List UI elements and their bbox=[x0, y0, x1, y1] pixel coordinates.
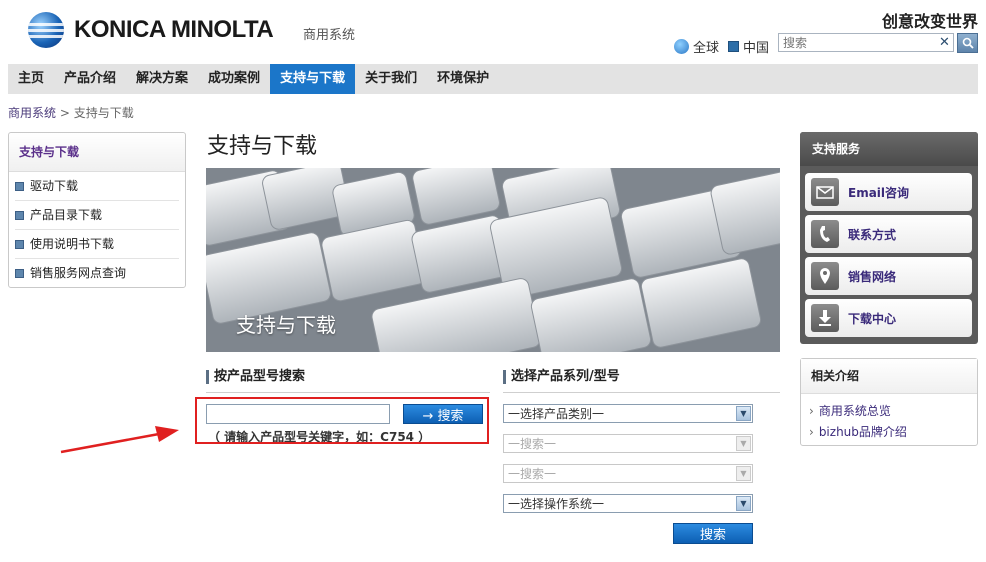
envelope-icon bbox=[811, 178, 839, 206]
nav-item[interactable]: 成功案例 bbox=[198, 64, 270, 94]
sidebar: 支持与下载 驱动下载 产品目录下载 使用说明书下载 销售服务网点查询 bbox=[8, 132, 186, 288]
series-select: 一搜索一 ▼ bbox=[503, 434, 753, 453]
divider bbox=[206, 392, 490, 393]
nav-item[interactable]: 环境保护 bbox=[427, 64, 499, 94]
sidebar-item-driver[interactable]: 驱动下载 bbox=[15, 172, 179, 201]
nav-item[interactable]: 支持与下载 bbox=[270, 64, 356, 94]
sidebar-title: 支持与下载 bbox=[9, 133, 185, 172]
lang-global-label: 全球 bbox=[693, 41, 720, 56]
lang-china-label: 中国 bbox=[743, 41, 770, 56]
square-bullet-icon bbox=[15, 268, 24, 278]
sidebar-item-catalog[interactable]: 产品目录下载 bbox=[15, 201, 179, 230]
service-contact[interactable]: 联系方式 bbox=[805, 215, 972, 253]
product-category-select[interactable]: 一选择产品类别一 ▼ bbox=[503, 404, 753, 423]
select-value: 一选择产品类别一 bbox=[508, 407, 605, 421]
site-search-box: ✕ bbox=[778, 33, 954, 52]
banner-title: 支持与下载 bbox=[236, 313, 336, 337]
select-value: 一选择操作系统一 bbox=[508, 497, 605, 511]
sidebar-item-service-points[interactable]: 销售服务网点查询 bbox=[15, 259, 179, 287]
annotation-arrow bbox=[60, 426, 179, 454]
service-label: Email咨询 bbox=[848, 185, 910, 200]
select-value: 一搜索一 bbox=[508, 437, 557, 451]
download-icon bbox=[811, 304, 839, 332]
square-bullet-icon bbox=[15, 210, 24, 220]
service-download[interactable]: 下载中心 bbox=[805, 299, 972, 337]
site-search-input[interactable] bbox=[779, 34, 935, 51]
chevron-down-icon: ▼ bbox=[736, 406, 751, 421]
service-label: 联系方式 bbox=[848, 227, 897, 242]
annotation-highlight-box bbox=[195, 397, 489, 444]
related-title: 相关介绍 bbox=[801, 359, 977, 394]
nav-item[interactable]: 关于我们 bbox=[355, 64, 427, 94]
series-search-button[interactable]: 搜索 bbox=[673, 523, 753, 544]
brand-subtitle: 商用系统 bbox=[303, 28, 356, 43]
breadcrumb-current: 支持与下载 bbox=[73, 106, 134, 120]
square-bullet-icon bbox=[15, 239, 24, 249]
service-network[interactable]: 销售网络 bbox=[805, 257, 972, 295]
service-label: 销售网络 bbox=[848, 269, 897, 284]
chevron-down-icon: ▼ bbox=[736, 496, 751, 511]
logo-globe-icon bbox=[28, 12, 64, 48]
support-services-panel: 支持服务 Email咨询 联系方式 销售网络 下载中心 bbox=[800, 132, 978, 344]
related-item-label: 商用系统总览 bbox=[818, 404, 891, 418]
related-item-label: bizhub品牌介绍 bbox=[818, 425, 907, 439]
chevron-right-icon: › bbox=[809, 404, 814, 418]
chevron-down-icon: ▼ bbox=[736, 466, 751, 481]
square-bullet-icon bbox=[15, 181, 24, 191]
series-search-title: 选择产品系列/型号 bbox=[503, 370, 620, 384]
sidebar-item-label: 产品目录下载 bbox=[30, 208, 103, 222]
related-item-overview[interactable]: › 商用系统总览 bbox=[801, 402, 977, 419]
support-services-title: 支持服务 bbox=[800, 132, 978, 166]
breadcrumb-root[interactable]: 商用系统 bbox=[8, 106, 56, 120]
lang-global-link[interactable]: 全球 bbox=[674, 37, 719, 56]
slogan: 创意改变世界 bbox=[881, 12, 978, 31]
service-label: 下载中心 bbox=[848, 311, 897, 326]
sidebar-item-manual[interactable]: 使用说明书下载 bbox=[15, 230, 179, 259]
page-title: 支持与下载 bbox=[207, 134, 318, 159]
globe-icon bbox=[674, 39, 689, 54]
service-email[interactable]: Email咨询 bbox=[805, 173, 972, 211]
nav-item[interactable]: 产品介绍 bbox=[54, 64, 126, 94]
os-select[interactable]: 一选择操作系统一 ▼ bbox=[503, 494, 753, 513]
nav-item[interactable]: 解决方案 bbox=[126, 64, 198, 94]
square-bullet-icon bbox=[728, 41, 739, 52]
breadcrumb-sep: > bbox=[59, 106, 70, 120]
search-button[interactable] bbox=[957, 33, 978, 53]
divider bbox=[503, 392, 780, 393]
search-icon bbox=[962, 37, 974, 49]
related-item-bizhub[interactable]: › bizhub品牌介绍 bbox=[801, 423, 977, 440]
nav-item[interactable]: 主页 bbox=[8, 64, 54, 94]
sidebar-item-label: 使用说明书下载 bbox=[30, 237, 115, 251]
phone-icon bbox=[811, 220, 839, 248]
select-value: 一搜索一 bbox=[508, 467, 557, 481]
chevron-right-icon: › bbox=[809, 425, 814, 439]
clear-icon[interactable]: ✕ bbox=[939, 35, 950, 50]
konica-minolta-logo[interactable]: KONICA MINOLTA bbox=[28, 12, 274, 48]
sidebar-item-label: 销售服务网点查询 bbox=[30, 266, 127, 280]
breadcrumb: 商用系统 > 支持与下载 bbox=[8, 104, 134, 121]
lang-china-link[interactable]: 中国 bbox=[728, 37, 769, 56]
model-search-title: 按产品型号搜索 bbox=[206, 370, 305, 384]
sidebar-item-label: 驱动下载 bbox=[30, 179, 79, 193]
main-nav: 主页 产品介绍 解决方案 成功案例 支持与下载 关于我们 环境保护 bbox=[8, 64, 978, 94]
model-select: 一搜索一 ▼ bbox=[503, 464, 753, 483]
related-panel: 相关介绍 › 商用系统总览 › bizhub品牌介绍 bbox=[800, 358, 978, 446]
chevron-down-icon: ▼ bbox=[736, 436, 751, 451]
logo-text: KONICA MINOLTA bbox=[74, 16, 274, 43]
map-pin-icon bbox=[811, 262, 839, 290]
